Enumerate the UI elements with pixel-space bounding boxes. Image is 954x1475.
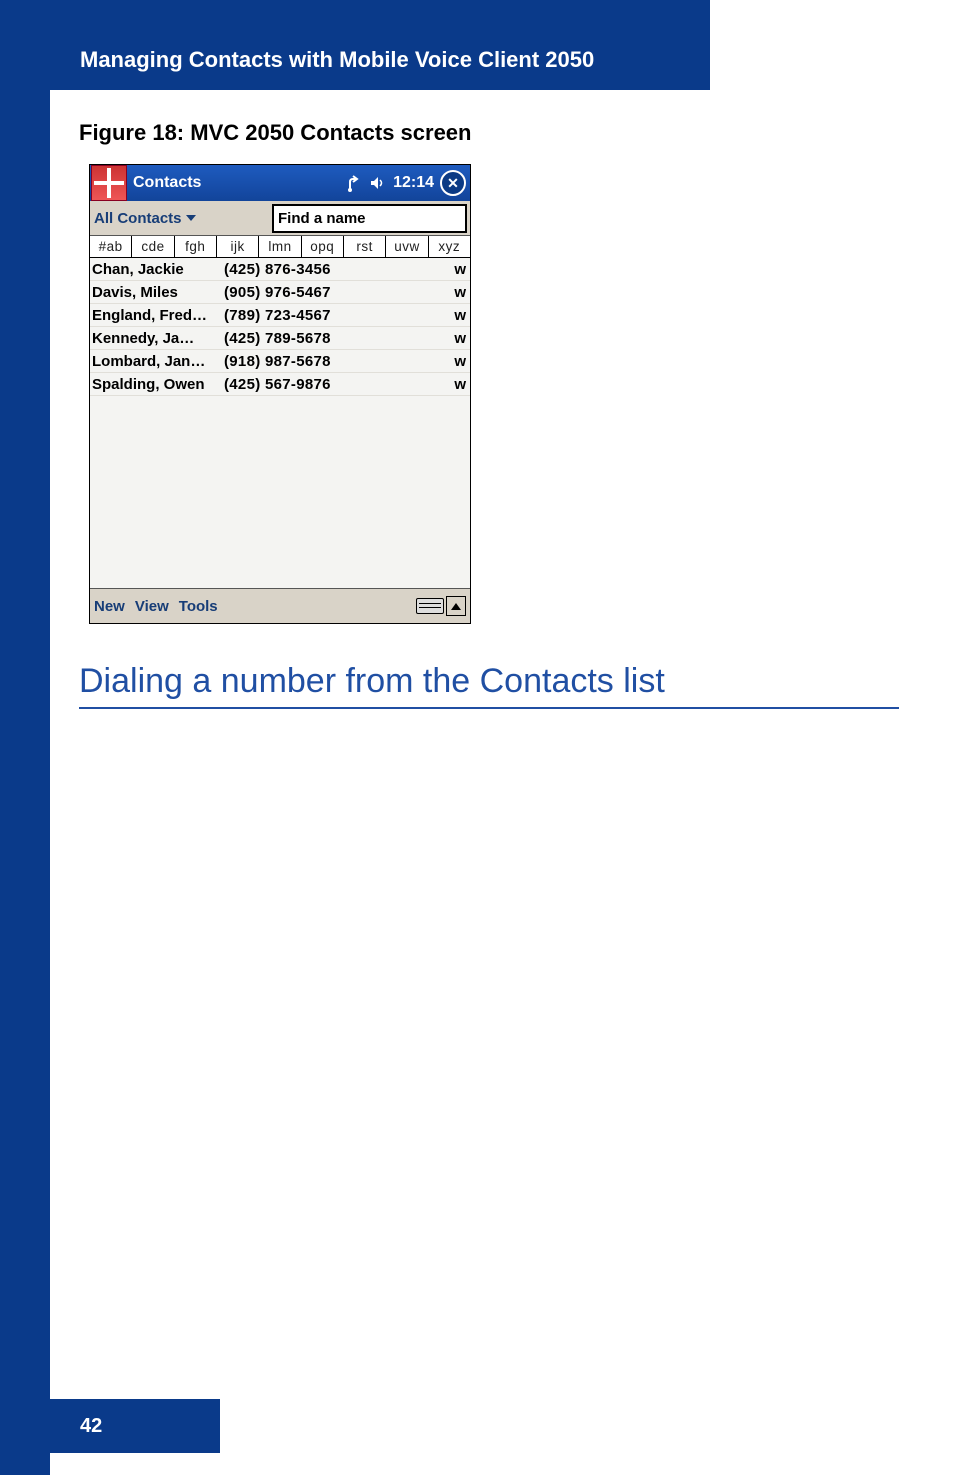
contact-row[interactable]: Spalding, Owen (425) 567-9876 w bbox=[90, 373, 470, 396]
volume-icon bbox=[369, 174, 387, 192]
page-header: Managing Contacts with Mobile Voice Clie… bbox=[50, 0, 710, 90]
page-number-block: 42 bbox=[50, 1399, 220, 1453]
contact-row[interactable]: England, Fred… (789) 723-4567 w bbox=[90, 304, 470, 327]
filter-bar: All Contacts Find a name bbox=[90, 201, 470, 236]
contact-type: w bbox=[446, 353, 466, 370]
search-input[interactable]: Find a name bbox=[272, 204, 467, 233]
alpha-tab[interactable]: #ab bbox=[90, 236, 132, 258]
contact-phone: (425) 789-5678 bbox=[224, 330, 446, 347]
contact-row[interactable]: Davis, Miles (905) 976-5467 w bbox=[90, 281, 470, 304]
window-title: Contacts bbox=[133, 174, 345, 192]
alpha-tab[interactable]: xyz bbox=[429, 236, 470, 258]
left-margin-strip bbox=[0, 0, 50, 1475]
window-titlebar: Contacts 12:14 ✕ bbox=[90, 165, 470, 201]
figure-caption-title: MVC 2050 Contacts screen bbox=[190, 120, 471, 145]
keyboard-icon[interactable] bbox=[416, 598, 444, 614]
figure-caption-prefix: Figure 18: bbox=[79, 120, 190, 145]
system-tray: 12:14 ✕ bbox=[345, 170, 466, 196]
contact-type: w bbox=[446, 261, 466, 278]
menu-new[interactable]: New bbox=[94, 598, 125, 615]
contact-phone: (789) 723-4567 bbox=[224, 307, 446, 324]
page-number: 42 bbox=[80, 1415, 102, 1438]
contacts-list: Chan, Jackie (425) 876-3456 w Davis, Mil… bbox=[90, 258, 470, 588]
alpha-tab[interactable]: uvw bbox=[386, 236, 428, 258]
sip-up-button[interactable] bbox=[446, 596, 466, 616]
contact-phone: (425) 876-3456 bbox=[224, 261, 446, 278]
alpha-tab[interactable]: opq bbox=[302, 236, 344, 258]
contact-row[interactable]: Kennedy, Ja… (425) 789-5678 w bbox=[90, 327, 470, 350]
category-dropdown-label: All Contacts bbox=[94, 210, 182, 227]
contact-row[interactable]: Lombard, Jan… (918) 987-5678 w bbox=[90, 350, 470, 373]
contact-name: Chan, Jackie bbox=[92, 261, 224, 278]
contact-phone: (918) 987-5678 bbox=[224, 353, 446, 370]
alpha-tab[interactable]: lmn bbox=[259, 236, 301, 258]
start-flag-icon[interactable] bbox=[91, 165, 127, 201]
bottom-menu-bar: New View Tools bbox=[90, 588, 470, 623]
embedded-screenshot: Contacts 12:14 ✕ All Contacts Find a nam… bbox=[89, 164, 471, 624]
chevron-down-icon bbox=[186, 215, 196, 221]
alpha-tab[interactable]: fgh bbox=[175, 236, 217, 258]
alpha-tab[interactable]: rst bbox=[344, 236, 386, 258]
contact-phone: (425) 567-9876 bbox=[224, 376, 446, 393]
contact-name: Spalding, Owen bbox=[92, 376, 224, 393]
page-header-title: Managing Contacts with Mobile Voice Clie… bbox=[80, 47, 594, 72]
contact-name: Lombard, Jan… bbox=[92, 353, 224, 370]
contact-row[interactable]: Chan, Jackie (425) 876-3456 w bbox=[90, 258, 470, 281]
contact-type: w bbox=[446, 307, 466, 324]
contact-type: w bbox=[446, 376, 466, 393]
section-heading: Dialing a number from the Contacts list bbox=[79, 662, 899, 709]
figure-caption: Figure 18: MVC 2050 Contacts screen bbox=[79, 120, 899, 146]
section-heading-text: Dialing a number from the Contacts list bbox=[79, 662, 665, 700]
alpha-tab[interactable]: ijk bbox=[217, 236, 259, 258]
alpha-tab[interactable]: cde bbox=[132, 236, 174, 258]
alphabet-tabs: #ab cde fgh ijk lmn opq rst uvw xyz bbox=[90, 236, 470, 258]
menu-view[interactable]: View bbox=[135, 598, 169, 615]
bottom-menu-items: New View Tools bbox=[94, 598, 218, 615]
contact-name: Kennedy, Ja… bbox=[92, 330, 224, 347]
contact-phone: (905) 976-5467 bbox=[224, 284, 446, 301]
contact-type: w bbox=[446, 330, 466, 347]
contact-name: Davis, Miles bbox=[92, 284, 224, 301]
clock-text: 12:14 bbox=[393, 174, 434, 192]
category-dropdown[interactable]: All Contacts bbox=[90, 210, 272, 227]
search-placeholder: Find a name bbox=[278, 210, 366, 227]
signal-icon bbox=[345, 174, 363, 192]
contact-type: w bbox=[446, 284, 466, 301]
contact-name: England, Fred… bbox=[92, 307, 224, 324]
menu-tools[interactable]: Tools bbox=[179, 598, 218, 615]
close-button[interactable]: ✕ bbox=[440, 170, 466, 196]
